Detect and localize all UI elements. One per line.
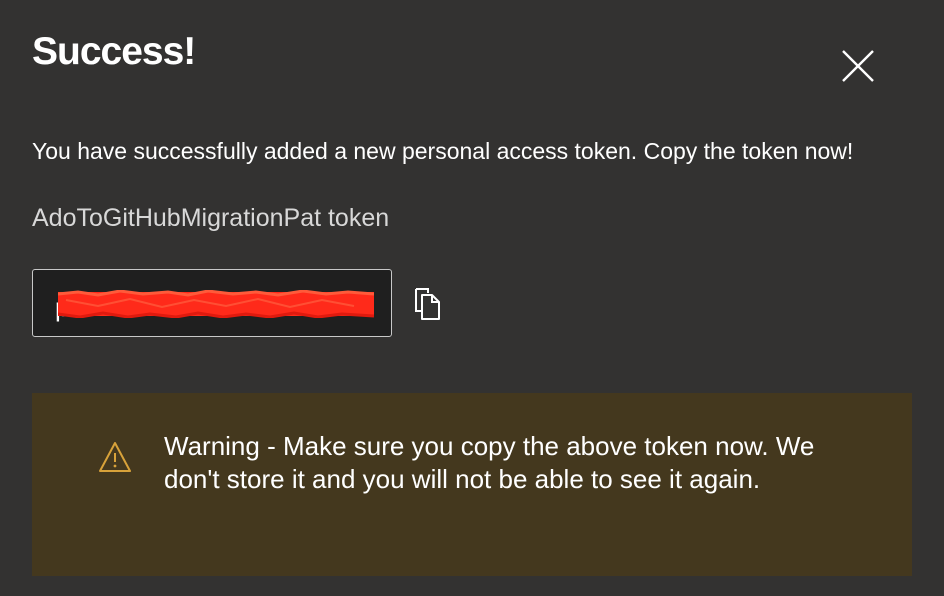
close-icon: [842, 50, 874, 82]
dialog-title: Success!: [32, 30, 196, 73]
success-message: You have successfully added a new person…: [32, 138, 854, 164]
warning-text: Warning - Make sure you copy the above t…: [164, 431, 815, 494]
token-success-dialog: Success! You have successfully added a n…: [0, 0, 944, 596]
warning-icon: [99, 442, 131, 472]
copy-icon: [415, 288, 440, 320]
token-name: AdoToGitHubMigrationPat token: [32, 204, 390, 232]
close-button[interactable]: [836, 44, 880, 88]
copy-button[interactable]: [408, 284, 446, 324]
redaction-scribble: [58, 290, 374, 318]
